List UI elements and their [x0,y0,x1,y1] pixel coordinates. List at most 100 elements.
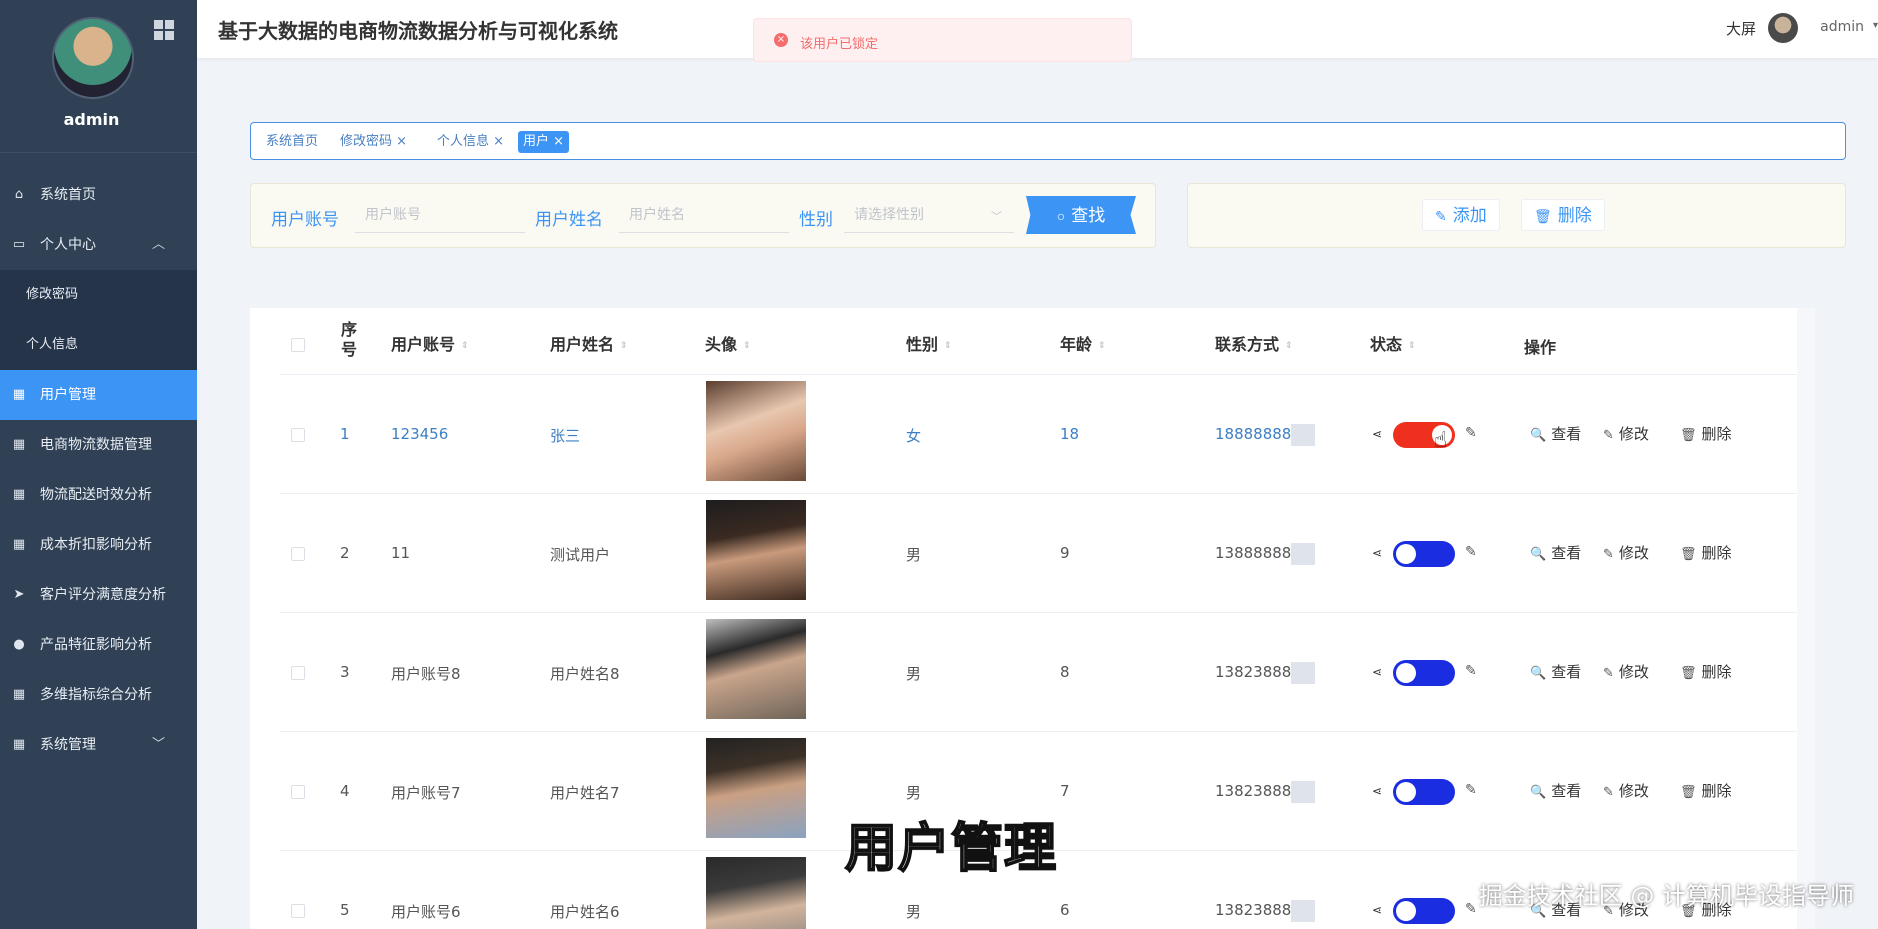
select-all-checkbox[interactable] [291,338,305,352]
header-contact[interactable]: 联系方式 ⇕ [1215,331,1293,355]
sidebar-item-personal-center[interactable]: ▭ 个人中心 ︿ [0,220,197,270]
pencil-icon[interactable]: ✎ [1465,901,1477,917]
sidebar-item-delivery-timeliness[interactable]: ▦ 物流配送时效分析 [0,470,197,520]
delete-button[interactable]: 🗑 删除 [1680,423,1732,444]
header-age[interactable]: 年龄 ⇕ [1060,331,1106,355]
pencil-icon[interactable]: ✎ [1465,782,1477,798]
sidebar-item-personal-info[interactable]: 个人信息 [0,320,197,370]
tag-change-password[interactable]: 修改密码 × [335,131,412,153]
add-button[interactable]: ✎ 添加 [1422,199,1500,231]
row-checkbox[interactable] [291,547,305,561]
pencil-icon[interactable]: ✎ [1465,425,1477,441]
share-icon[interactable]: ⋖ [1372,427,1382,441]
header-avatar[interactable] [1768,13,1798,43]
sidebar-item-cost-discount[interactable]: ▦ 成本折扣影响分析 [0,520,197,570]
row-checkbox[interactable] [291,904,305,918]
row-checkbox[interactable] [291,428,305,442]
action-panel: ✎ 添加 🗑 删除 [1187,183,1846,248]
edit-label: 修改 [1618,782,1649,800]
caret-down-icon[interactable]: ▾ [1873,20,1878,31]
delete-button[interactable]: 🗑 删除 [1680,542,1732,563]
sidebar-item-label: 多维指标综合分析 [40,687,152,703]
sidebar-item-user-management[interactable]: ▦ 用户管理 [0,370,197,420]
phone-redaction [1291,900,1315,922]
row-checkbox[interactable] [291,666,305,680]
search-icon: 🔍 [1530,785,1547,800]
grid-icon: ▦ [12,687,26,702]
cell-gender: 男 [906,665,922,683]
row-checkbox[interactable] [291,785,305,799]
gender-select[interactable] [844,197,1014,233]
cell-name: 用户姓名7 [550,784,620,802]
view-button[interactable]: 🔍 查看 [1530,542,1581,563]
cell-account: 11 [391,544,411,562]
header-account[interactable]: 用户账号 ⇕ [391,331,469,355]
tag-personal-info[interactable]: 个人信息 × [432,131,509,153]
sidebar-item-multi-metric[interactable]: ▦ 多维指标综合分析 [0,670,197,720]
header-name[interactable]: 用户姓名 ⇕ [550,331,628,355]
delete-label: 删除 [1701,663,1732,681]
share-icon[interactable]: ⋖ [1372,903,1382,917]
sidebar-item-logistics-data[interactable]: ▦ 电商物流数据管理 [0,420,197,470]
phone-redaction [1291,543,1315,565]
account-label: 用户账号 [271,210,339,230]
cell-seq: 3 [340,663,350,681]
sort-icon: ⇕ [944,340,952,351]
sidebar-item-product-features[interactable]: ● 产品特征影响分析 [0,620,197,670]
share-icon[interactable]: ⋖ [1372,665,1382,679]
account-input[interactable] [355,197,525,233]
share-icon[interactable]: ⋖ [1372,784,1382,798]
edit-icon: ✎ [1603,547,1614,562]
edit-button[interactable]: ✎ 修改 [1603,780,1649,801]
avatar-photo [706,619,806,719]
trash-icon: 🗑 [1680,666,1697,681]
sidebar-item-change-password[interactable]: 修改密码 [0,270,197,320]
edit-button[interactable]: ✎ 修改 [1603,661,1649,682]
sidebar-item-customer-rating[interactable]: ➤ 客户评分满意度分析 [0,570,197,620]
cell-gender: 男 [906,546,922,564]
sidebar-item-system-management[interactable]: ▦ 系统管理 ﹀ [0,720,197,770]
search-icon: 🔍 [1530,666,1547,681]
status-toggle[interactable] [1393,660,1455,686]
tag-user[interactable]: 用户 × [518,131,570,153]
header-status[interactable]: 状态 ⇕ [1370,331,1416,355]
header-username[interactable]: admin [1820,19,1864,35]
phone-redaction [1291,424,1315,446]
sort-icon: ⇕ [461,340,469,351]
tag-home[interactable]: 系统首页 [261,131,323,153]
app-title: 基于大数据的电商物流数据分析与可视化系统 [218,19,618,43]
name-input[interactable] [619,197,789,233]
delete-button[interactable]: 🗑 删除 [1680,661,1732,682]
table-scrollbar[interactable] [1797,308,1815,929]
table-header: 序号 用户账号 ⇕ 用户姓名 ⇕ 头像 ⇕ 性别 ⇕ 年龄 ⇕ 联系方式 ⇕ 状态 ⇕ 操作 [280,308,1815,375]
header-avatar[interactable]: 头像 ⇕ [705,331,751,355]
grid-menu-icon[interactable] [154,20,174,40]
error-circle-icon: × [774,33,788,47]
edit-button[interactable]: ✎ 修改 [1603,542,1649,563]
view-button[interactable]: 🔍 查看 [1530,661,1581,682]
view-button[interactable]: 🔍 查看 [1530,423,1581,444]
batch-delete-button[interactable]: 🗑 删除 [1521,199,1605,231]
sidebar-username: admin [63,110,120,129]
home-icon: ⌂ [14,187,24,202]
big-screen-link[interactable]: 大屏 [1726,18,1756,39]
sort-icon: ⇕ [620,340,628,351]
status-toggle[interactable] [1393,779,1455,805]
edit-button[interactable]: ✎ 修改 [1603,423,1649,444]
pencil-icon[interactable]: ✎ [1465,663,1477,679]
tags-view: 系统首页 修改密码 × 个人信息 × 用户 × [250,122,1846,160]
header-account-label: 用户账号 [391,335,456,354]
status-toggle[interactable] [1393,541,1455,567]
status-toggle[interactable] [1393,898,1455,924]
edit-label: 修改 [1618,663,1649,681]
view-button[interactable]: 🔍 查看 [1530,780,1581,801]
delete-label: 删除 [1701,782,1732,800]
header-gender[interactable]: 性别 ⇕ [906,331,952,355]
share-icon[interactable]: ⋖ [1372,546,1382,560]
pencil-icon[interactable]: ✎ [1465,544,1477,560]
header-status-label: 状态 [1370,335,1403,354]
sidebar-item-home[interactable]: ⌂ 系统首页 [0,170,197,220]
find-button[interactable]: ○ 查找 [1026,196,1136,234]
delete-button[interactable]: 🗑 删除 [1680,780,1732,801]
search-icon: ○ [1056,208,1066,224]
